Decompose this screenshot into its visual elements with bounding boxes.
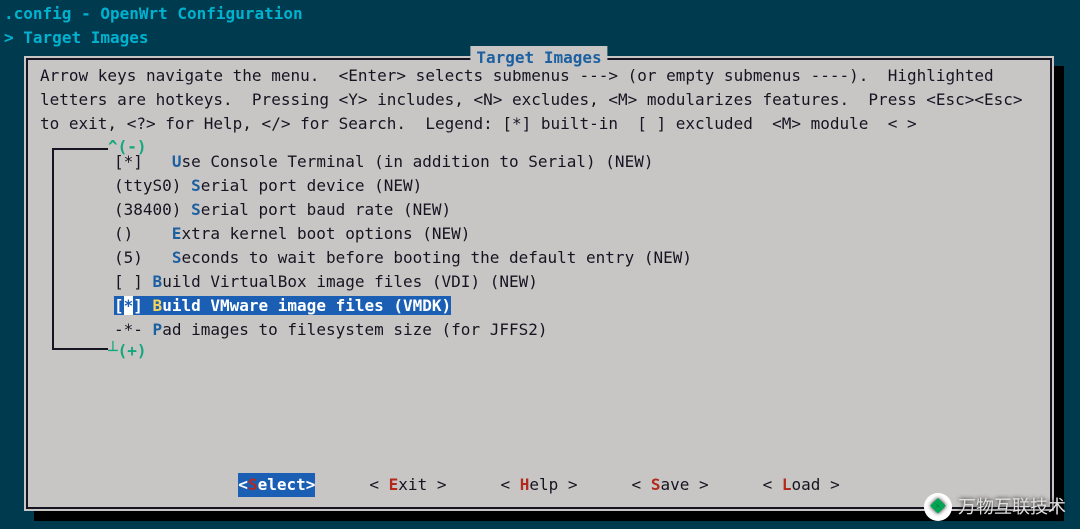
button-bar: <Select> < Exit > < Help > < Save > < Lo… <box>26 473 1052 497</box>
help-button[interactable]: < Help > <box>500 473 577 497</box>
terminal-window: .config - OpenWrt Configuration > Target… <box>0 0 1080 529</box>
menu-item-extra-kernel[interactable]: () Extra kernel boot options (NEW) <box>114 222 1032 246</box>
load-button[interactable]: < Load > <box>763 473 840 497</box>
menu-item-serial-baud[interactable]: (38400) Serial port baud rate (NEW) <box>114 198 1032 222</box>
menu-item-boot-seconds[interactable]: (5) Seconds to wait before booting the d… <box>114 246 1032 270</box>
menu-list-border-left <box>52 148 54 350</box>
menu-box: Target Images Arrow keys navigate the me… <box>24 56 1054 511</box>
menu-help-text: Arrow keys navigate the menu. <Enter> se… <box>26 58 1052 138</box>
select-button[interactable]: <Select> <box>238 473 315 497</box>
scroll-down-indicator[interactable]: ┴(+) <box>108 339 147 363</box>
menu-item-use-console[interactable]: [*] Use Console Terminal (in addition to… <box>114 150 1032 174</box>
menu-list-border-top <box>52 148 108 150</box>
breadcrumb-label: Target Images <box>23 28 148 47</box>
save-button[interactable]: < Save > <box>632 473 709 497</box>
menu-item-pad-images[interactable]: -*- Pad images to filesystem size (for J… <box>114 318 1032 342</box>
exit-button[interactable]: < Exit > <box>369 473 446 497</box>
breadcrumb-prefix: > <box>4 28 14 47</box>
menu-item-vmware-vmdk[interactable]: [*] Build VMware image files (VMDK) <box>114 294 1032 318</box>
menu-item-serial-device[interactable]: (ttyS0) Serial port device (NEW) <box>114 174 1032 198</box>
window-title: .config - OpenWrt Configuration <box>4 2 1076 26</box>
menu-item-virtualbox-vdi[interactable]: [ ] Build VirtualBox image files (VDI) (… <box>114 270 1032 294</box>
menu-list: ^(-) ┴(+) [*] Use Console Terminal (in a… <box>52 138 1042 360</box>
menu-items: [*] Use Console Terminal (in addition to… <box>114 150 1032 342</box>
menu-list-border-bottom <box>52 348 108 350</box>
menu-box-title: Target Images <box>470 46 607 70</box>
